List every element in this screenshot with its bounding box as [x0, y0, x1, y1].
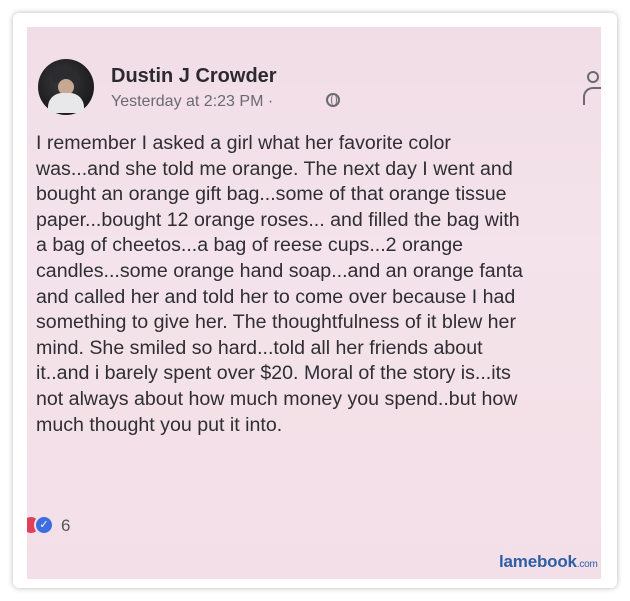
post-line: was...and she told me orange. The next d… [36, 157, 513, 180]
post-body: I remember I asked a girl what her favor… [36, 131, 601, 438]
post-line: and called her and told her to come over… [36, 285, 516, 308]
globe-icon [326, 93, 340, 107]
avatar[interactable] [38, 59, 94, 115]
post-line: candles...some orange hand soap...and an… [36, 259, 523, 282]
post-line: I remember I asked a girl what her favor… [36, 132, 451, 154]
author-name[interactable]: Dustin J Crowder [111, 65, 277, 88]
post-line: much thought you put it into. [36, 413, 283, 436]
facebook-post: Dustin J Crowder Yesterday at 2:23 PM · … [27, 27, 601, 579]
profile-icon[interactable] [583, 71, 601, 109]
post-line: it..and i barely spent over $20. Moral o… [36, 362, 511, 385]
post-line: not always about how much money you spen… [36, 387, 518, 410]
watermark-brand: lamebook [499, 552, 577, 571]
post-line: bought an orange gift bag...some of that… [36, 183, 507, 206]
lamebook-watermark: lamebook.com [499, 552, 598, 572]
post-line: paper...bought 12 orange roses... and fi… [36, 208, 520, 231]
post-line: mind. She smiled so hard...told all her … [36, 336, 483, 359]
post-timestamp[interactable]: Yesterday at 2:23 PM · [111, 93, 273, 111]
like-reaction-icon: ✓ [34, 515, 54, 535]
post-line: something to give her. The thoughtfulnes… [36, 311, 516, 334]
watermark-suffix: .com [576, 559, 598, 570]
reaction-count: 6 [61, 516, 71, 535]
avatar-shirt [48, 93, 84, 113]
post-line: a bag of cheetos...a bag of reese cups..… [36, 234, 464, 257]
